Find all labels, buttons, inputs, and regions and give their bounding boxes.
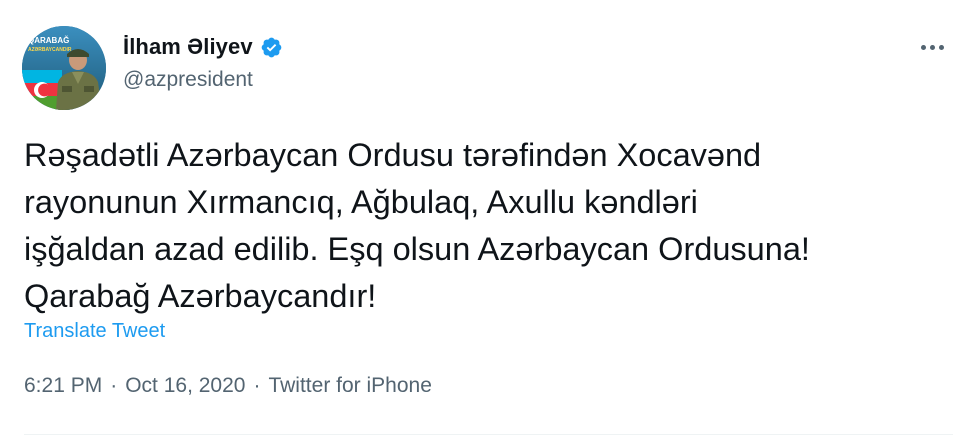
translate-tweet-link[interactable]: Translate Tweet — [24, 320, 165, 343]
author-names: İlham Əliyev @azpresident — [123, 30, 283, 92]
divider — [24, 434, 953, 435]
avatar[interactable]: QARABAĞ AZƏRBAYCANDIR — [22, 26, 106, 110]
tweet-source[interactable]: Twitter for iPhone — [268, 374, 431, 398]
meta-separator: · — [253, 374, 261, 397]
more-dot — [920, 44, 926, 50]
svg-text:QARABAĞ: QARABAĞ — [28, 36, 69, 45]
meta-separator: · — [110, 374, 118, 397]
more-options-icon[interactable] — [917, 32, 947, 62]
avatar-image: QARABAĞ AZƏRBAYCANDIR — [22, 26, 106, 110]
more-dot — [929, 44, 935, 50]
tweet-date[interactable]: Oct 16, 2020 — [125, 374, 245, 398]
more-dot — [938, 44, 944, 50]
tweet-time[interactable]: 6:21 PM — [24, 374, 102, 398]
author-handle[interactable]: @azpresident — [123, 68, 283, 92]
verified-badge-icon — [260, 36, 283, 59]
tweet-text: Rəşadətli Azərbaycan Ordusu tərəfindən X… — [24, 137, 810, 314]
display-name[interactable]: İlham Əliyev — [123, 34, 253, 60]
tweet-meta: 6:21 PM · Oct 16, 2020 · Twitter for iPh… — [24, 374, 432, 398]
tweet-header: QARABAĞ AZƏRBAYCANDIR İlham Əliyev @azpr… — [22, 22, 955, 110]
svg-text:AZƏRBAYCANDIR: AZƏRBAYCANDIR — [28, 47, 72, 53]
tweet-card: QARABAĞ AZƏRBAYCANDIR İlham Əliyev @azpr… — [0, 0, 977, 443]
display-name-row: İlham Əliyev — [123, 30, 283, 64]
